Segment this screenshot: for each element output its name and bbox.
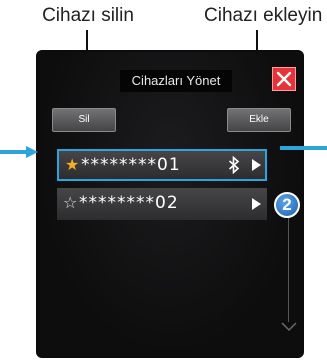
add-button[interactable]: Ekle [227, 108, 291, 132]
device-name: ********01 [81, 155, 181, 175]
device-name: ********02 [79, 193, 179, 213]
favorite-star-icon: ★ [65, 155, 80, 174]
chevron-down-icon[interactable] [281, 322, 297, 332]
play-icon[interactable] [252, 198, 261, 210]
arrow-right-icon [0, 146, 38, 158]
close-button[interactable] [272, 67, 296, 91]
bluetooth-icon [228, 156, 240, 174]
close-icon [276, 71, 292, 87]
delete-callout: Cihazı silin [42, 5, 134, 26]
scrollbar[interactable] [288, 210, 289, 322]
device-screen: Cihazları Yönet Sil Ekle ★ ********01 ☆ … [36, 50, 304, 358]
dialog-title: Cihazları Yönet [120, 70, 232, 92]
pointer-line [280, 146, 306, 150]
manage-devices-dialog: Cihazları Yönet Sil Ekle ★ ********01 ☆ … [38, 52, 302, 356]
arrow-stub-icon [304, 146, 327, 150]
add-callout: Cihazı ekleyin [204, 5, 323, 26]
delete-button[interactable]: Sil [52, 108, 116, 132]
device-row-2[interactable]: ☆ ********02 [57, 188, 267, 220]
star-outline-icon: ☆ [63, 193, 78, 212]
play-icon[interactable] [252, 159, 261, 171]
device-row-1[interactable]: ★ ********01 [57, 149, 267, 181]
step-badge: 2 [274, 192, 300, 218]
